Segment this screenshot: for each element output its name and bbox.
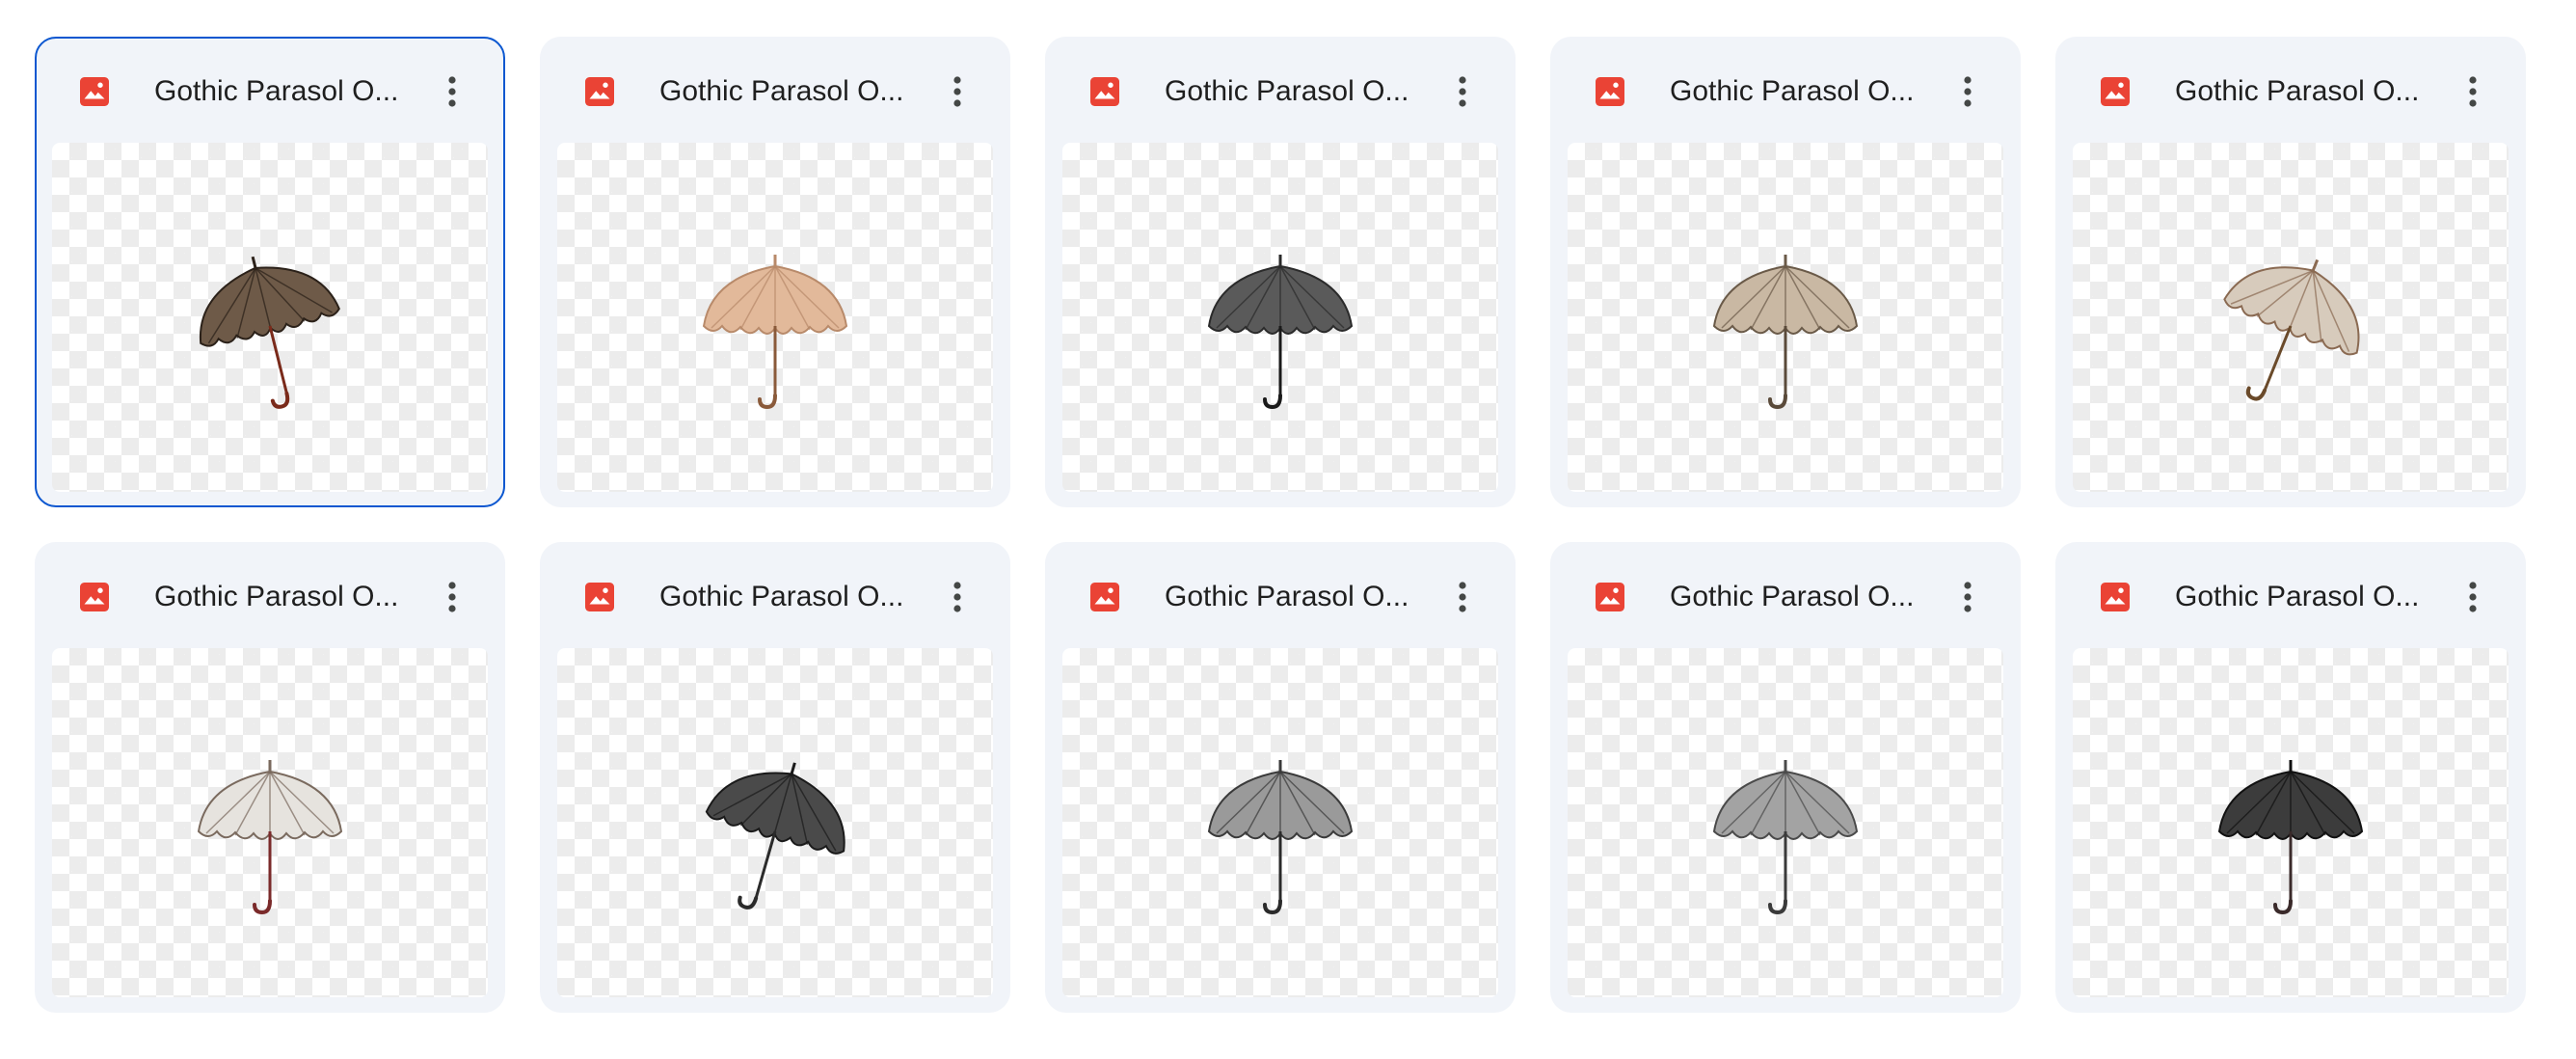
image-file-icon: [585, 583, 614, 611]
more-actions-button[interactable]: [428, 68, 476, 116]
file-card-header: Gothic Parasol O...: [1047, 39, 1514, 145]
file-thumbnail[interactable]: [1568, 648, 2003, 997]
file-title[interactable]: Gothic Parasol O...: [154, 579, 443, 615]
more-vert-icon: [1964, 76, 1972, 107]
file-title[interactable]: Gothic Parasol O...: [154, 73, 443, 110]
more-actions-button[interactable]: [1438, 68, 1487, 116]
image-file-icon: [2101, 77, 2130, 106]
file-thumbnail[interactable]: [1568, 143, 2003, 492]
scrollbar[interactable]: [2566, 0, 2576, 1059]
more-vert-icon: [448, 582, 456, 612]
file-card[interactable]: Gothic Parasol O...: [1045, 542, 1516, 1013]
file-card[interactable]: Gothic Parasol O...: [2055, 37, 2526, 507]
more-actions-button[interactable]: [1944, 573, 1992, 621]
umbrella-image: [1712, 255, 1859, 410]
more-vert-icon: [953, 582, 961, 612]
more-actions-button[interactable]: [2449, 68, 2497, 116]
umbrella-image: [705, 762, 845, 910]
file-title[interactable]: Gothic Parasol O...: [659, 579, 949, 615]
more-vert-icon: [2469, 76, 2477, 107]
file-title[interactable]: Gothic Parasol O...: [659, 73, 949, 110]
more-actions-button[interactable]: [933, 573, 981, 621]
image-file-icon: [80, 583, 109, 611]
image-file-icon: [1596, 583, 1624, 611]
file-thumbnail[interactable]: [557, 143, 993, 492]
file-title[interactable]: Gothic Parasol O...: [2175, 579, 2464, 615]
file-title[interactable]: Gothic Parasol O...: [1670, 73, 1959, 110]
more-vert-icon: [2469, 582, 2477, 612]
file-thumbnail[interactable]: [52, 143, 488, 492]
file-thumbnail[interactable]: [52, 648, 488, 997]
umbrella-image: [1207, 760, 1354, 915]
image-file-icon: [1090, 583, 1119, 611]
file-card-header: Gothic Parasol O...: [2057, 544, 2524, 650]
file-title[interactable]: Gothic Parasol O...: [2175, 73, 2464, 110]
file-card-header: Gothic Parasol O...: [542, 39, 1008, 145]
file-card[interactable]: Gothic Parasol O...: [1550, 542, 2021, 1013]
file-thumbnail[interactable]: [2073, 648, 2509, 997]
image-file-icon: [585, 77, 614, 106]
more-actions-button[interactable]: [2449, 573, 2497, 621]
file-card-header: Gothic Parasol O...: [542, 544, 1008, 650]
umbrella-image: [199, 256, 340, 409]
file-thumbnail[interactable]: [1062, 143, 1498, 492]
file-title[interactable]: Gothic Parasol O...: [1165, 579, 1454, 615]
image-file-icon: [80, 77, 109, 106]
more-vert-icon: [953, 76, 961, 107]
more-actions-button[interactable]: [1944, 68, 1992, 116]
file-thumbnail[interactable]: [1062, 648, 1498, 997]
more-vert-icon: [448, 76, 456, 107]
file-card-header: Gothic Parasol O...: [37, 544, 503, 650]
file-card[interactable]: Gothic Parasol O...: [35, 37, 505, 507]
file-thumbnail[interactable]: [2073, 143, 2509, 492]
file-grid: Gothic Parasol O... Gothic Parasol O...: [35, 37, 2526, 1013]
file-card[interactable]: Gothic Parasol O...: [35, 542, 505, 1013]
umbrella-image: [1712, 760, 1859, 915]
file-card-header: Gothic Parasol O...: [1047, 544, 1514, 650]
file-card[interactable]: Gothic Parasol O...: [540, 542, 1010, 1013]
umbrella-image: [702, 255, 848, 410]
more-vert-icon: [1459, 582, 1466, 612]
file-card-header: Gothic Parasol O...: [2057, 39, 2524, 145]
image-file-icon: [1090, 77, 1119, 106]
more-actions-button[interactable]: [933, 68, 981, 116]
umbrella-image: [2223, 258, 2360, 401]
umbrella-image: [1207, 255, 1354, 410]
image-file-icon: [2101, 583, 2130, 611]
file-thumbnail[interactable]: [557, 648, 993, 997]
umbrella-image: [197, 760, 343, 915]
file-card-header: Gothic Parasol O...: [1552, 39, 2019, 145]
file-card-header: Gothic Parasol O...: [37, 39, 503, 145]
file-card[interactable]: Gothic Parasol O...: [540, 37, 1010, 507]
more-vert-icon: [1964, 582, 1972, 612]
more-vert-icon: [1459, 76, 1466, 107]
more-actions-button[interactable]: [428, 573, 476, 621]
file-card[interactable]: Gothic Parasol O...: [1045, 37, 1516, 507]
file-card-header: Gothic Parasol O...: [1552, 544, 2019, 650]
umbrella-image: [2217, 760, 2364, 915]
more-actions-button[interactable]: [1438, 573, 1487, 621]
file-card[interactable]: Gothic Parasol O...: [2055, 542, 2526, 1013]
image-file-icon: [1596, 77, 1624, 106]
file-title[interactable]: Gothic Parasol O...: [1670, 579, 1959, 615]
file-card[interactable]: Gothic Parasol O...: [1550, 37, 2021, 507]
file-title[interactable]: Gothic Parasol O...: [1165, 73, 1454, 110]
